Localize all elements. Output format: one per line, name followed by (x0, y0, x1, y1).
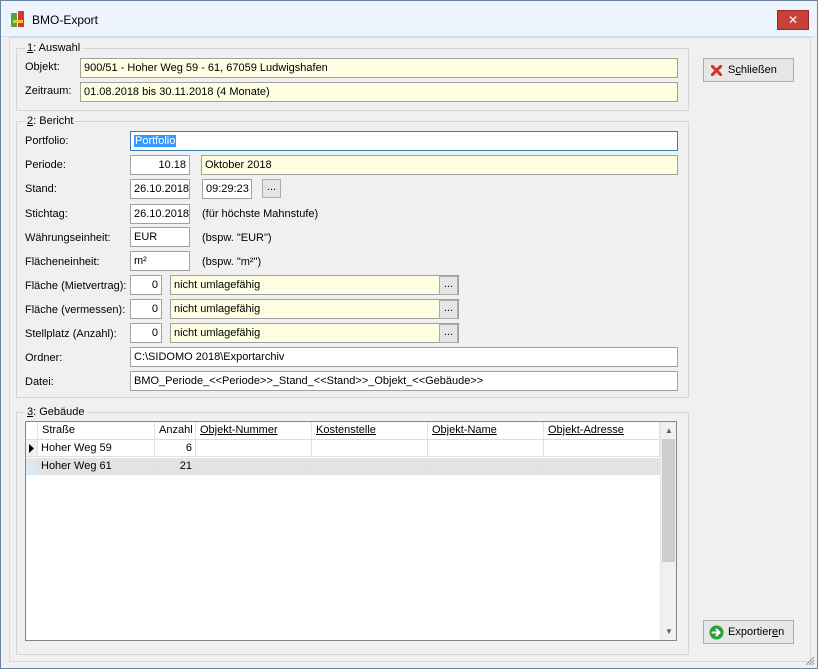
table-row[interactable]: Hoher Weg 61 21 (26, 458, 660, 475)
stand-picker-button[interactable]: ... (262, 179, 281, 198)
flaeche-mietvertrag-select[interactable]: nicht umlagefähig (170, 275, 459, 295)
cell-objekt-name[interactable] (428, 440, 544, 457)
cell-anzahl[interactable]: 6 (155, 440, 196, 457)
bmo-export-window: BMO-Export ✕ 1: Auswahl Objekt: 900/51 -… (0, 0, 818, 669)
cell-objekt-nummer[interactable] (196, 458, 312, 475)
resize-grip-icon[interactable] (805, 656, 815, 666)
title-bar: BMO-Export ✕ (1, 1, 817, 37)
waehrung-label: Währungseinheit: (25, 232, 111, 244)
stichtag-label: Stichtag: (25, 208, 68, 220)
table-row[interactable]: Hoher Weg 59 6 (26, 440, 660, 457)
flaeche-mietvertrag-button[interactable]: ... (439, 276, 458, 295)
flaecheneinheit-hint: (bspw. "m²") (202, 256, 262, 268)
cell-strasse[interactable]: Hoher Weg 59 (38, 440, 155, 457)
cell-objekt-adresse[interactable] (544, 458, 660, 475)
flaecheneinheit-input[interactable]: m² (130, 251, 190, 271)
group-bericht-title: 2: Bericht (25, 115, 76, 127)
cell-anzahl[interactable]: 21 (155, 458, 196, 475)
col-header-objekt-name[interactable]: Objekt-Name (428, 422, 544, 439)
grid-header-indicator (26, 422, 38, 439)
schliessen-label: Schließen (728, 64, 777, 76)
waehrung-input[interactable]: EUR (130, 227, 190, 247)
row-indicator (26, 440, 38, 457)
stellplatz-button[interactable]: ... (439, 324, 458, 343)
group-gebaeude-title: 3: Gebäude (25, 406, 87, 418)
scroll-up-arrow-icon[interactable]: ▲ (661, 422, 676, 439)
flaecheneinheit-label: Flächeneinheit: (25, 256, 100, 268)
row-pointer-icon (29, 444, 34, 453)
objekt-label: Objekt: (25, 61, 60, 73)
periode-input[interactable]: 10.18 (130, 155, 190, 175)
flaeche-vermessen-label: Fläche (vermessen): (25, 304, 126, 316)
flaeche-mietvertrag-input[interactable]: 0 (130, 275, 162, 295)
col-header-anzahl[interactable]: Anzahl (155, 422, 196, 439)
exportieren-button[interactable]: Exportieren (703, 620, 794, 644)
flaeche-vermessen-select[interactable]: nicht umlagefähig (170, 299, 459, 319)
stichtag-hint: (für höchste Mahnstufe) (202, 208, 319, 220)
ordner-label: Ordner: (25, 352, 63, 364)
window-title: BMO-Export (32, 13, 99, 27)
stand-label: Stand: (25, 183, 57, 195)
exportieren-label: Exportieren (728, 626, 785, 638)
stand-date-input[interactable]: 26.10.2018 (130, 179, 190, 199)
col-header-kostenstelle[interactable]: Kostenstelle (312, 422, 428, 439)
datei-input[interactable]: BMO_Periode_<<Periode>>_Stand_<<Stand>>_… (130, 371, 678, 391)
cell-strasse[interactable]: Hoher Weg 61 (38, 458, 155, 475)
gebaeude-grid[interactable]: Straße Anzahl Objekt-Nummer Kostenstelle… (25, 421, 677, 641)
cell-objekt-name[interactable] (428, 458, 544, 475)
waehrung-hint: (bspw. "EUR") (202, 232, 272, 244)
export-arrow-icon (709, 625, 724, 640)
schliessen-button[interactable]: Schließen (703, 58, 794, 82)
app-icon (11, 11, 24, 27)
zeitraum-label: Zeitraum: (25, 85, 72, 97)
periode-label: Periode: (25, 159, 66, 171)
row-indicator (26, 458, 38, 475)
close-icon: ✕ (787, 13, 799, 27)
col-header-objekt-nummer[interactable]: Objekt-Nummer (196, 422, 312, 439)
ordner-input[interactable]: C:\SIDOMO 2018\Exportarchiv (130, 347, 678, 367)
flaeche-vermessen-input[interactable]: 0 (130, 299, 162, 319)
portfolio-value: Portfolio (134, 135, 177, 147)
scroll-down-arrow-icon[interactable]: ▼ (661, 623, 676, 640)
datei-label: Datei: (25, 376, 54, 388)
stellplatz-label: Stellplatz (Anzahl): (25, 328, 117, 340)
stand-time-input[interactable]: 09:29:23 (202, 179, 252, 199)
window-close-button[interactable]: ✕ (777, 10, 809, 30)
stellplatz-input[interactable]: 0 (130, 323, 162, 343)
stellplatz-select[interactable]: nicht umlagefähig (170, 323, 459, 343)
cell-objekt-nummer[interactable] (196, 440, 312, 457)
stichtag-input[interactable]: 26.10.2018 (130, 204, 190, 224)
cell-kostenstelle[interactable] (312, 458, 428, 475)
group-auswahl-title: 1: Auswahl (25, 42, 83, 54)
flaeche-mietvertrag-label: Fläche (Mietvertrag): (25, 280, 127, 292)
cell-kostenstelle[interactable] (312, 440, 428, 457)
flaeche-vermessen-button[interactable]: ... (439, 300, 458, 319)
objekt-field[interactable]: 900/51 - Hoher Weg 59 - 61, 67059 Ludwig… (80, 58, 678, 78)
zeitraum-field[interactable]: 01.08.2018 bis 30.11.2018 (4 Monate) (80, 82, 678, 102)
col-header-strasse[interactable]: Straße (38, 422, 155, 439)
portfolio-label: Portfolio: (25, 135, 69, 147)
periode-text-field: Oktober 2018 (201, 155, 678, 175)
grid-vertical-scrollbar[interactable]: ▲ ▼ (660, 422, 676, 640)
cell-objekt-adresse[interactable] (544, 440, 660, 457)
scroll-thumb[interactable] (662, 439, 675, 562)
close-x-icon (711, 65, 722, 76)
portfolio-input[interactable]: Portfolio (130, 131, 678, 151)
col-header-objekt-adresse[interactable]: Objekt-Adresse (544, 422, 660, 439)
grid-header: Straße Anzahl Objekt-Nummer Kostenstelle… (26, 422, 660, 440)
